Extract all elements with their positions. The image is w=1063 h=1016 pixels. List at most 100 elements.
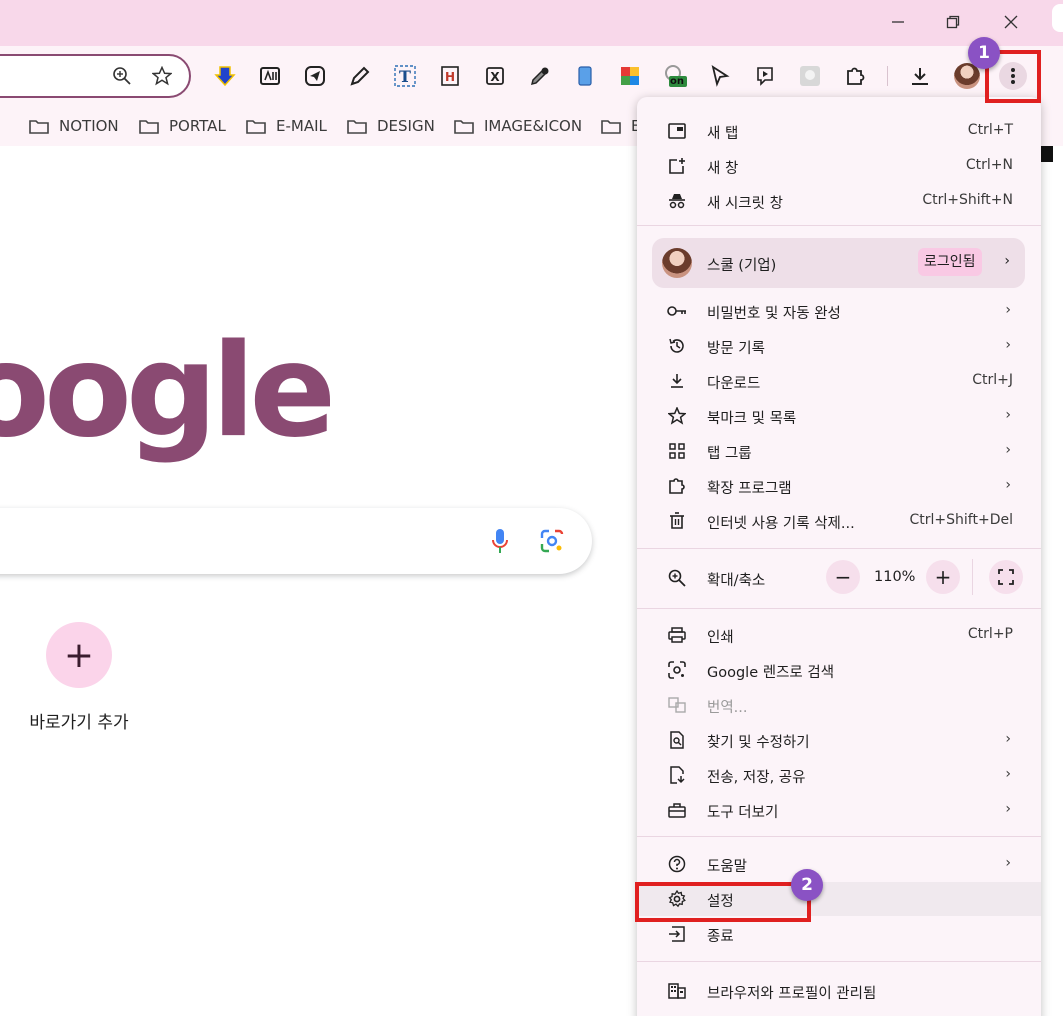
zoom-divider bbox=[972, 559, 973, 595]
menu-item-history[interactable]: 방문 기록 › bbox=[637, 329, 1041, 363]
key-icon bbox=[667, 301, 687, 321]
history-icon bbox=[667, 336, 687, 356]
bookmark-folder-e[interactable]: E bbox=[601, 114, 640, 138]
folder-icon bbox=[601, 120, 621, 134]
chevron-right-icon: › bbox=[1005, 801, 1011, 817]
exit-icon bbox=[667, 924, 687, 944]
folder-icon bbox=[139, 120, 159, 134]
folder-icon bbox=[29, 120, 49, 134]
add-shortcut-button[interactable]: + bbox=[46, 622, 112, 688]
menu-item-more-tools[interactable]: 도구 더보기 › bbox=[637, 793, 1041, 827]
menu-item-exit[interactable]: 종료 bbox=[637, 917, 1041, 951]
bookmark-folder-email[interactable]: E-MAIL bbox=[246, 114, 327, 138]
star-icon bbox=[667, 406, 687, 426]
gray-square-icon[interactable] bbox=[798, 64, 822, 88]
x-extension-icon[interactable]: X bbox=[483, 64, 507, 88]
step-badge-2: 2 bbox=[791, 869, 823, 901]
text-t-icon[interactable]: T bbox=[393, 64, 417, 88]
chevron-right-icon: › bbox=[1005, 407, 1011, 423]
help-icon bbox=[667, 854, 687, 874]
bookmark-folder-notion[interactable]: NOTION bbox=[29, 114, 119, 138]
menu-item-help[interactable]: 도움말 › bbox=[637, 847, 1041, 881]
new-tab-icon bbox=[667, 121, 687, 141]
menu-separator bbox=[637, 548, 1041, 549]
lens-camera-icon[interactable] bbox=[540, 529, 564, 557]
menu-item-managed[interactable]: 브라우저와 프로필이 관리됨 bbox=[637, 974, 1041, 1008]
eyedropper-icon[interactable] bbox=[528, 64, 552, 88]
print-icon bbox=[667, 625, 687, 645]
zoom-icon bbox=[667, 568, 687, 588]
download-icon[interactable] bbox=[908, 64, 932, 88]
scroll-edge bbox=[1052, 4, 1063, 32]
chevron-right-icon: › bbox=[1005, 337, 1011, 353]
menu-separator bbox=[637, 961, 1041, 962]
address-bar[interactable] bbox=[0, 54, 191, 98]
flag-cursor-icon[interactable] bbox=[753, 64, 777, 88]
trash-icon bbox=[667, 511, 687, 531]
on-badge: on bbox=[670, 76, 684, 87]
incognito-icon bbox=[667, 191, 687, 211]
mic-icon[interactable] bbox=[490, 528, 510, 558]
zoom-in-button[interactable]: + bbox=[926, 560, 960, 594]
ai-extension-icon[interactable] bbox=[258, 64, 282, 88]
pencil-icon[interactable] bbox=[348, 64, 372, 88]
menu-item-new-window[interactable]: 새 창 Ctrl+N bbox=[637, 149, 1041, 183]
phone-icon[interactable] bbox=[573, 64, 597, 88]
menu-item-extensions[interactable]: 확장 프로그램 › bbox=[637, 469, 1041, 503]
folder-icon bbox=[347, 120, 367, 134]
download-icon bbox=[667, 371, 687, 391]
color-blocks-icon[interactable] bbox=[618, 64, 642, 88]
menu-separator bbox=[637, 608, 1041, 609]
folder-icon bbox=[454, 120, 474, 134]
menu-item-clear-browsing-data[interactable]: 인터넷 사용 기록 삭제... Ctrl+Shift+Del bbox=[637, 504, 1041, 538]
find-icon bbox=[667, 730, 687, 750]
menu-item-tab-groups[interactable]: 탭 그룹 › bbox=[637, 434, 1041, 468]
menu-item-new-tab[interactable]: 새 탭 Ctrl+T bbox=[637, 114, 1041, 148]
share-icon bbox=[667, 765, 687, 785]
chevron-right-icon: › bbox=[1005, 731, 1011, 747]
on-extension-icon[interactable]: on bbox=[663, 64, 687, 88]
menu-item-incognito[interactable]: 새 시크릿 창 Ctrl+Shift+N bbox=[637, 184, 1041, 218]
new-window-icon bbox=[667, 156, 687, 176]
translate-icon bbox=[667, 695, 687, 715]
h-extension-icon[interactable]: H bbox=[438, 64, 462, 88]
menu-item-cast-save-share[interactable]: 전송, 저장, 공유 › bbox=[637, 758, 1041, 792]
google-logo: oogle bbox=[0, 317, 336, 466]
ntp-search-box[interactable] bbox=[0, 508, 592, 574]
lens-icon bbox=[667, 660, 687, 680]
telegram-icon[interactable] bbox=[303, 64, 327, 88]
puzzle-icon[interactable] bbox=[843, 64, 867, 88]
signed-in-badge: 로그인됨 bbox=[918, 248, 982, 276]
bookmark-folder-image-icon[interactable]: IMAGE&ICON bbox=[454, 114, 582, 138]
menu-item-passwords[interactable]: 비밀번호 및 자동 완성 › bbox=[637, 294, 1041, 328]
fullscreen-button[interactable] bbox=[989, 560, 1023, 594]
minimize-icon[interactable] bbox=[884, 10, 912, 34]
bookmark-folder-portal[interactable]: PORTAL bbox=[139, 114, 226, 138]
bookmark-star-icon[interactable] bbox=[151, 65, 173, 90]
highlight-box-settings bbox=[635, 882, 811, 922]
step-badge-1: 1 bbox=[968, 37, 1000, 69]
tab-groups-icon bbox=[667, 441, 687, 461]
page-edge bbox=[1041, 146, 1053, 162]
restore-icon[interactable] bbox=[939, 10, 967, 34]
zoom-out-button[interactable]: − bbox=[826, 560, 860, 594]
menu-item-find-edit[interactable]: 찾기 및 수정하기 › bbox=[637, 723, 1041, 757]
toolbox-icon bbox=[667, 800, 687, 820]
profile-name: 스쿨 (기업) bbox=[707, 258, 777, 274]
menu-separator bbox=[637, 836, 1041, 837]
svg-text:X: X bbox=[490, 70, 500, 84]
menu-item-bookmarks[interactable]: 북마크 및 목록 › bbox=[637, 399, 1041, 433]
menu-item-print[interactable]: 인쇄 Ctrl+P bbox=[637, 618, 1041, 652]
close-icon[interactable] bbox=[997, 10, 1025, 34]
zoom-icon[interactable] bbox=[112, 66, 132, 90]
screenshot: T H X on NOTION PORTAL E-MAIL DESIGN IMA… bbox=[0, 0, 1063, 1016]
title-bar bbox=[0, 0, 1063, 46]
menu-item-downloads[interactable]: 다운로드 Ctrl+J bbox=[637, 364, 1041, 398]
menu-item-google-lens[interactable]: Google 렌즈로 검색 bbox=[637, 653, 1041, 687]
bookmark-folder-design[interactable]: DESIGN bbox=[347, 114, 435, 138]
cursor-icon[interactable] bbox=[708, 64, 732, 88]
chevron-right-icon: › bbox=[1004, 253, 1010, 269]
menu-profile-row[interactable]: 스쿨 (기업) 로그인됨 › bbox=[652, 238, 1025, 288]
fullscreen-icon bbox=[998, 569, 1014, 585]
down-arrow-extension-icon[interactable] bbox=[213, 64, 237, 88]
